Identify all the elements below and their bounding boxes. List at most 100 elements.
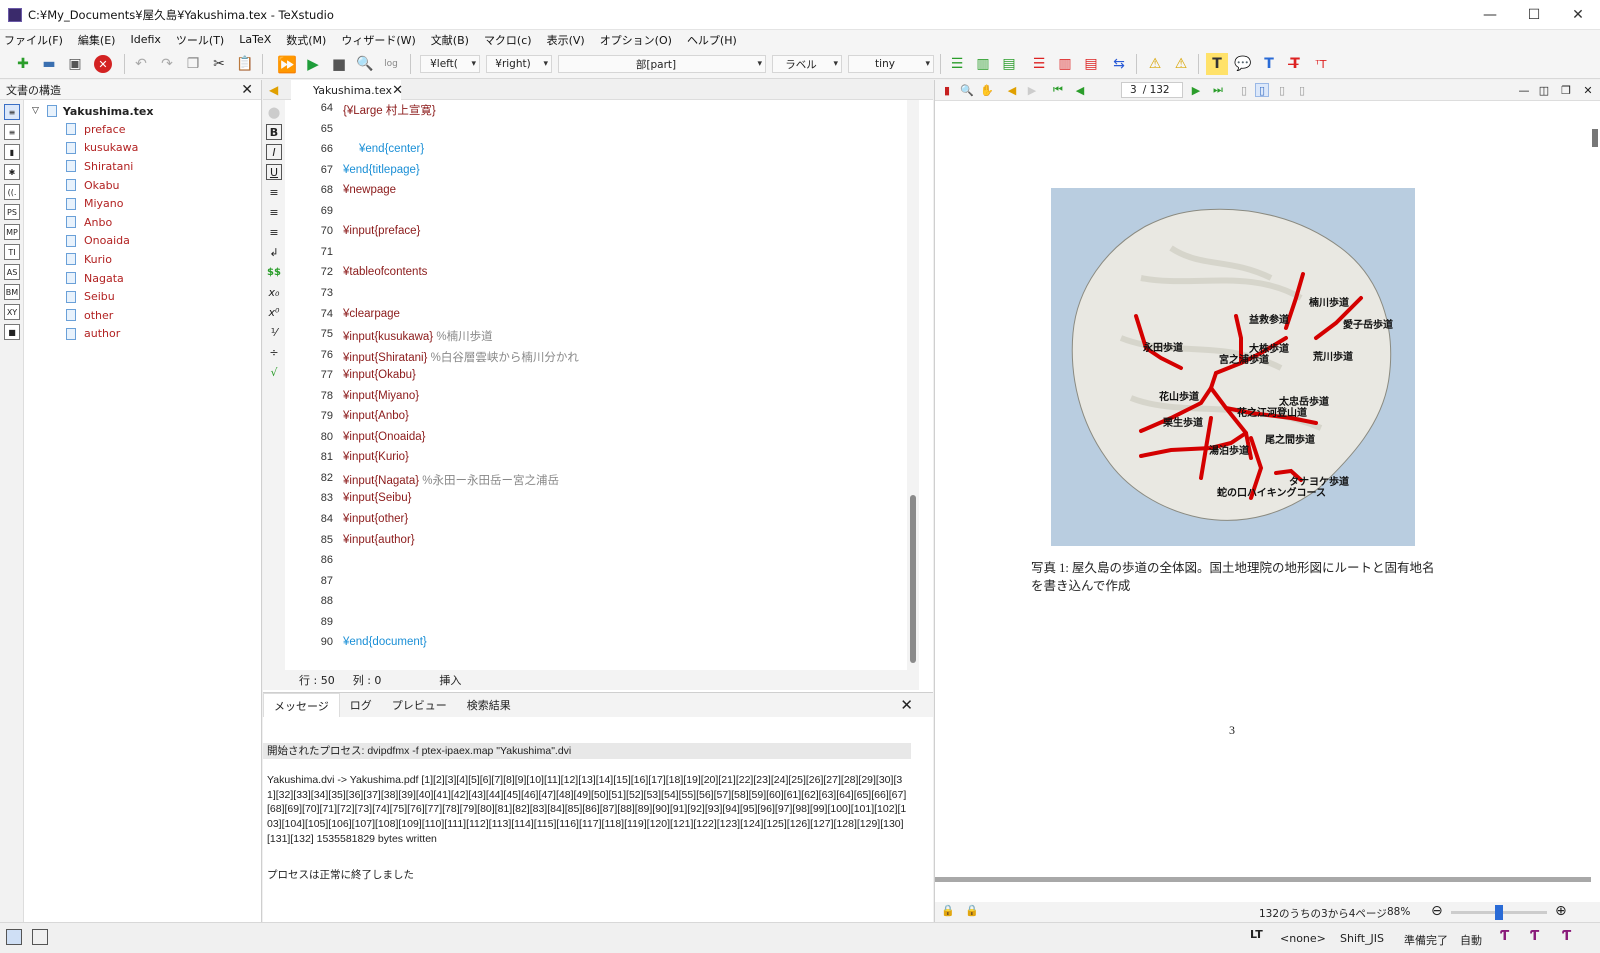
align-left-icon[interactable]: ≡ [266, 184, 282, 200]
tree-item-shiratani[interactable]: Shiratani [26, 157, 153, 176]
menu-macros[interactable]: マクロ(c) [484, 32, 532, 48]
right-delimiter-combo[interactable]: ¥right) [486, 55, 552, 73]
code-line[interactable]: ¥input{other} [343, 513, 408, 525]
sidebar-special-icon[interactable]: ✱ [4, 164, 20, 180]
highlight-icon[interactable]: T [1206, 53, 1228, 75]
code-line[interactable]: ¥input{kusukawa} %楠川歩道 [343, 328, 493, 344]
table-column-icon[interactable]: ▤ [998, 53, 1020, 75]
table-align-icon[interactable]: ⇆ [1108, 53, 1130, 75]
code-area[interactable]: {¥Large 村上宣寛} ¥end{center} ¥end{titlepage}… [341, 100, 907, 670]
table-remove-column-icon[interactable]: ▥ [1054, 53, 1076, 75]
last-page-icon[interactable]: ⏭ [1211, 83, 1225, 97]
close-window-button[interactable]: ✕ [1556, 0, 1600, 30]
first-page-icon[interactable]: ⏮ [1051, 83, 1065, 97]
save-icon[interactable]: ▣ [64, 53, 86, 75]
close-messages-icon[interactable]: ✕ [890, 693, 923, 717]
code-line[interactable]: ¥input{Miyano} [343, 390, 419, 402]
texstudio-status-icon-2[interactable]: Ƭ [1530, 929, 1539, 944]
tree-item-seibu[interactable]: Seibu [26, 287, 153, 306]
code-line[interactable]: ¥end{titlepage} [343, 164, 420, 176]
forward-icon[interactable]: ⬤ [266, 104, 282, 120]
viewer-window-icon[interactable]: ❐ [1559, 83, 1573, 97]
align-right-icon[interactable]: ≡ [266, 224, 282, 240]
pdf-page[interactable]: 楠川歩道 益救参道 愛子岳歩道 永田歩道 大株歩道 宮之浦歩道 荒川歩道 花山歩道 太忠岳歩道花… [935, 101, 1591, 882]
table-remove-row-icon[interactable]: ☰ [1028, 53, 1050, 75]
code-line[interactable]: ¥input{Anbo} [343, 410, 409, 422]
code-line[interactable]: ¥tableofcontents [343, 266, 427, 278]
tab-yakushima[interactable]: Yakushima.tex ✕ [291, 80, 403, 100]
italic-icon[interactable]: I [266, 144, 282, 160]
view-icon[interactable]: 🔍 [354, 53, 376, 75]
sidebar-beamer-icon[interactable]: BM [4, 284, 20, 300]
menu-bibliography[interactable]: 文献(B) [431, 32, 469, 48]
dfrac-icon[interactable]: ÷ [266, 344, 282, 360]
code-line[interactable]: ¥input{Nagata} %永田ー永田岳ー宮之浦岳 [343, 472, 559, 488]
texstudio-status-icon-3[interactable]: Ƭ [1562, 929, 1571, 944]
sidebar-pstricks-icon[interactable]: PS [4, 204, 20, 220]
underline-icon[interactable]: U [266, 164, 282, 180]
single-page-icon[interactable]: ▯ [1237, 83, 1251, 97]
zoom-in-icon[interactable]: ⊕ [1555, 903, 1567, 919]
code-line[interactable]: ¥end{center} [359, 143, 424, 155]
sidebar-xymatrix-icon[interactable]: XY [4, 304, 20, 320]
cut-icon[interactable]: ✂ [208, 53, 230, 75]
chevron-down-icon[interactable]: ▽ [32, 106, 39, 116]
tree-item-anbo[interactable]: Anbo [26, 213, 153, 232]
tree-item-other[interactable]: other [26, 306, 153, 325]
menu-wizard[interactable]: ウィザード(W) [341, 32, 415, 48]
next-page-icon[interactable]: ▶ [1189, 83, 1203, 97]
sidebar-structure-icon[interactable]: ≡ [4, 104, 20, 120]
code-line[interactable]: ¥input{Seibu} [343, 492, 411, 504]
code-line[interactable]: ¥clearpage [343, 308, 400, 320]
auto-status[interactable]: 自動 [1460, 932, 1482, 948]
bold-icon[interactable]: B [266, 124, 282, 140]
close-structure-icon[interactable]: ✕ [241, 82, 253, 98]
code-line[interactable]: ¥input{Shiratani} %白谷層雲峡から楠川分かれ [343, 349, 579, 365]
code-line[interactable]: ¥input{Okabu} [343, 369, 416, 381]
redo-icon[interactable]: ↷ [156, 53, 178, 75]
tree-item-kurio[interactable]: Kurio [26, 250, 153, 269]
stop-icon[interactable]: ■ [328, 53, 350, 75]
fraction-icon[interactable]: ⅟ [266, 324, 282, 340]
back-arrow-icon[interactable]: ◀ [269, 83, 278, 97]
tree-item-miyano[interactable]: Miyano [26, 194, 153, 213]
code-line[interactable]: ¥newpage [343, 184, 396, 196]
viewer-scroll-thumb[interactable] [1592, 129, 1598, 147]
tree-item-preface[interactable]: preface [26, 120, 153, 139]
tree-item-okabu[interactable]: Okabu [26, 176, 153, 195]
tab-preview[interactable]: プレビュー [382, 693, 457, 717]
subscript-icon[interactable]: x₀ [266, 284, 282, 300]
table-delete-icon[interactable]: ▤ [1080, 53, 1102, 75]
undo-icon[interactable]: ↶ [130, 53, 152, 75]
menu-view[interactable]: 表示(V) [547, 32, 585, 48]
menu-idefix[interactable]: Idefix [130, 33, 160, 46]
viewer-back-icon[interactable]: ◀ [1005, 83, 1019, 97]
tree-item-nagata[interactable]: Nagata [26, 269, 153, 288]
close-file-icon[interactable]: ✕ [92, 53, 114, 75]
tree-item-author[interactable]: author [26, 325, 153, 344]
tree-item-kusukawa[interactable]: kusukawa [26, 139, 153, 158]
encoding-status[interactable]: Shift_JIS [1340, 932, 1384, 945]
label-combo[interactable]: ラベル [772, 55, 842, 73]
viewer-scrollbar[interactable] [1589, 101, 1600, 856]
code-line[interactable]: ¥input{Onoaida} [343, 431, 426, 443]
editor-scrollbar[interactable] [907, 100, 919, 670]
table-add-row-icon[interactable]: ☰ [946, 53, 968, 75]
menu-latex[interactable]: LaTeX [239, 33, 271, 46]
close-tab-icon[interactable]: ✕ [392, 83, 403, 98]
code-line[interactable]: {¥Large 村上宣寛} [343, 102, 436, 118]
viewer-minimize-icon[interactable]: — [1517, 83, 1531, 97]
texstudio-status-icon[interactable]: Ƭ [1500, 929, 1509, 944]
build-view-icon[interactable]: ⏩ [276, 53, 298, 75]
warning-icon[interactable]: ⚠ [1144, 53, 1166, 75]
toggle-messages-icon[interactable] [32, 929, 48, 945]
page-number-input[interactable]: 3 / 132 [1121, 82, 1183, 98]
viewer-close-icon[interactable]: ✕ [1581, 83, 1595, 97]
menu-tools[interactable]: ツール(T) [176, 32, 224, 48]
sqrt-icon[interactable]: √ [266, 364, 282, 380]
viewer-embed-icon[interactable]: ◫ [1537, 83, 1551, 97]
lock-icon[interactable]: 🔒 [941, 904, 955, 917]
viewer-forward-icon[interactable]: ▶ [1025, 83, 1039, 97]
code-line[interactable]: ¥input{author} [343, 534, 415, 546]
align-center-icon[interactable]: ≡ [266, 204, 282, 220]
